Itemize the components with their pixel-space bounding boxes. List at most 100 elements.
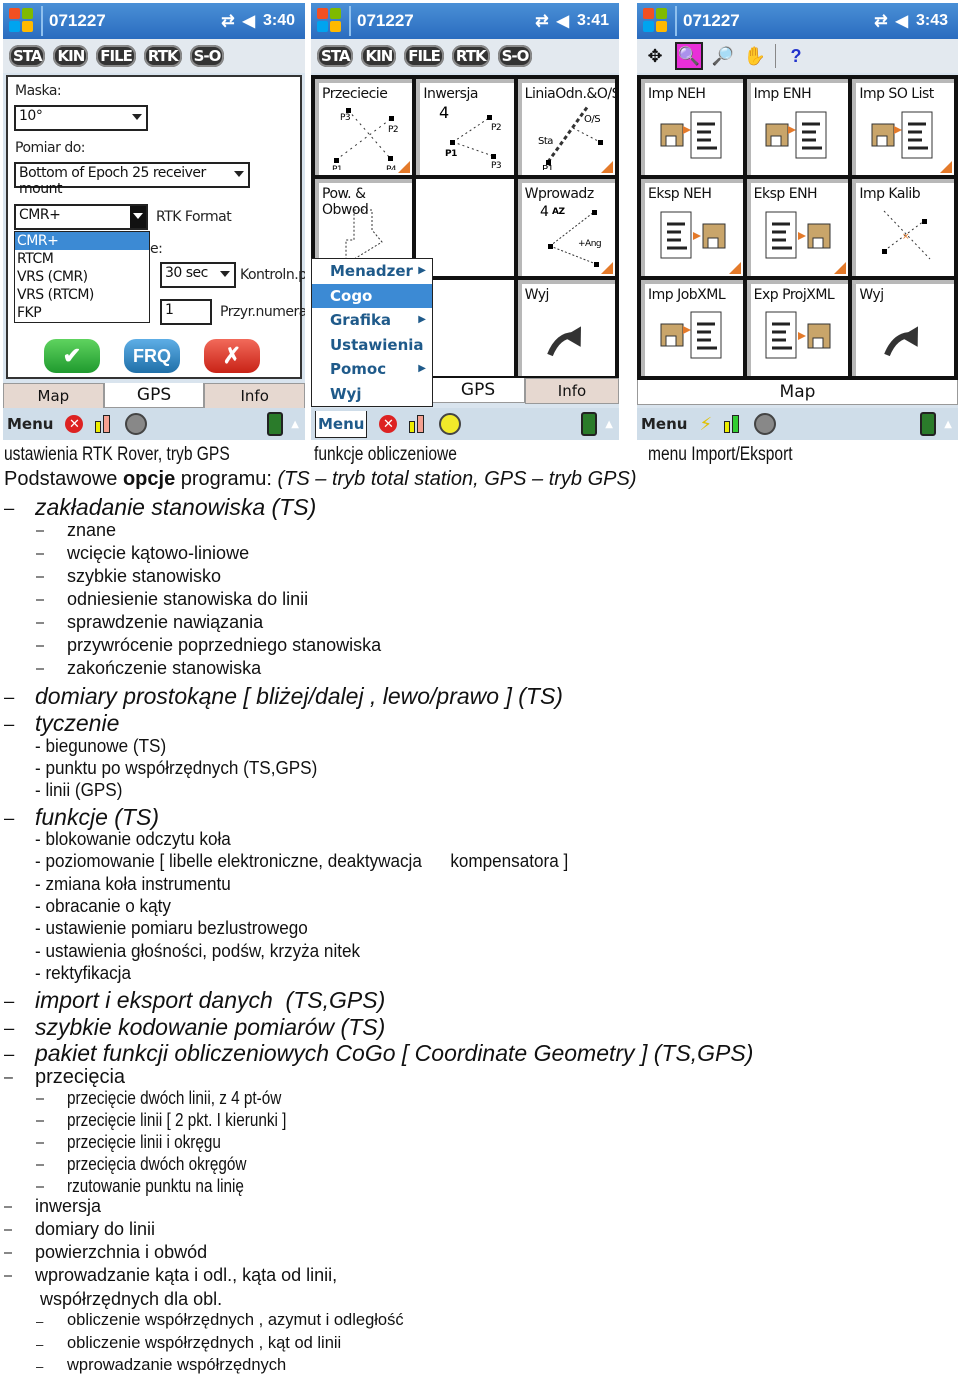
battery-icon[interactable] <box>409 415 427 433</box>
menu-item-grafika[interactable]: Grafika ▶ <box>312 308 432 333</box>
tile-linia-odn[interactable]: LiniaOdn.&O/S Sta O/S P1 <box>517 79 615 176</box>
zoom-out-icon[interactable]: 🔎 <box>711 44 735 68</box>
tile-imp-jobxml[interactable]: Imp JobXML <box>641 279 743 376</box>
rtk-button[interactable]: RTK <box>143 45 182 67</box>
option-rtcm[interactable]: RTCM <box>15 250 149 268</box>
tile-inwersja[interactable]: Inwersja P1 P2 P3 4 <box>416 79 514 176</box>
clock[interactable]: 3:43 <box>916 12 948 30</box>
option-cmr-plus[interactable]: CMR+ <box>15 232 149 250</box>
tile-wyj[interactable]: Wyj <box>852 279 954 376</box>
tile-imp-neh[interactable]: Imp NEH <box>641 79 743 176</box>
tile-eksp-neh[interactable]: Eksp NEH <box>641 179 743 276</box>
device-icon[interactable] <box>267 412 283 436</box>
option-fkp[interactable]: FKP <box>15 304 149 322</box>
windows-start-icon[interactable] <box>317 8 343 34</box>
zoom-in-icon[interactable]: 🔍 <box>675 42 703 70</box>
chevron-up-icon[interactable]: ▲ <box>605 419 613 430</box>
volume-icon[interactable]: ◀︎ <box>243 11 255 31</box>
cancel-button[interactable]: ✗ <box>204 339 260 373</box>
bullet-dash: – <box>36 615 45 631</box>
bullet-dash: – <box>36 638 45 654</box>
chevron-up-icon[interactable]: ▲ <box>944 419 952 430</box>
option-vrs-rtcm[interactable]: VRS (RTCM) <box>15 286 149 304</box>
gps-status-icon[interactable] <box>125 413 148 435</box>
svg-text:4: 4 <box>439 103 449 122</box>
tile-imp-enh[interactable]: Imp ENH <box>746 79 849 176</box>
tab-gps[interactable]: GPS <box>103 383 205 408</box>
clock[interactable]: 3:41 <box>577 12 609 30</box>
help-icon[interactable]: ? <box>784 44 808 68</box>
lightning-icon[interactable]: ⚡ <box>699 414 712 435</box>
battery-icon[interactable] <box>95 415 113 433</box>
tab-map[interactable]: Map <box>637 380 958 405</box>
list-heading: pakiet funkcji obliczeniowych CoGo [ Coo… <box>35 1040 754 1066</box>
file-button[interactable]: FILE <box>404 45 444 67</box>
tile-imp-so-list[interactable]: Imp SO List <box>852 79 954 176</box>
connectivity-icon[interactable]: ⇄ <box>535 11 548 31</box>
bullet-dash: – <box>4 1245 13 1261</box>
option-vrs-cmr[interactable]: VRS (CMR) <box>15 268 149 286</box>
import-export-grid: Imp NEH Imp ENH Imp SO List Eksp NEH Eks… <box>637 75 958 380</box>
accept-button[interactable]: ✔ <box>44 339 100 373</box>
tab-info[interactable]: Info <box>204 383 305 409</box>
connectivity-icon[interactable]: ⇄ <box>221 11 234 31</box>
rtk-button[interactable]: RTK <box>451 45 490 67</box>
increment-input[interactable]: 1 <box>160 299 212 325</box>
kin-button[interactable]: KIN <box>53 45 89 67</box>
sta-button[interactable]: STA <box>9 45 46 67</box>
kin-button[interactable]: KIN <box>361 45 397 67</box>
tab-gps[interactable]: GPS <box>431 378 525 403</box>
clock[interactable]: 3:40 <box>263 12 295 30</box>
windows-start-icon[interactable] <box>9 8 35 34</box>
tab-info[interactable]: Info <box>525 378 619 404</box>
gps-status-icon[interactable] <box>754 413 777 435</box>
gps-status-icon[interactable] <box>439 413 462 435</box>
list-heading: domiary prostokąne [ bliżej/dalej , lewo… <box>35 683 563 709</box>
sta-button[interactable]: STA <box>317 45 354 67</box>
volume-icon[interactable]: ◀︎ <box>557 11 569 31</box>
close-icon[interactable]: ✕ <box>379 415 398 433</box>
menu-item-ustawienia[interactable]: Ustawienia <box>312 333 432 358</box>
measure-to-select[interactable]: Bottom of Epoch 25 receiver mount <box>14 162 250 197</box>
rtk-format-dropdown[interactable]: CMR+ RTCM VRS (CMR) VRS (RTCM) FKP <box>14 231 150 323</box>
tile-eksp-enh[interactable]: Eksp ENH <box>746 179 849 276</box>
device-icon[interactable] <box>581 412 597 436</box>
menu-item-wyj[interactable]: Wyj <box>312 382 432 407</box>
menu-button[interactable]: Menu <box>315 410 368 438</box>
menu-button[interactable]: Menu <box>641 415 687 433</box>
enter-angle-diagram-icon: 4 AZ +Ang <box>540 204 602 268</box>
mask-select[interactable]: 10° <box>14 105 148 131</box>
list-heading: import i eksport danych (TS,GPS) <box>35 987 386 1013</box>
tile-exp-projxml[interactable]: Exp ProjXML <box>746 279 849 376</box>
svg-text:O/S: O/S <box>584 114 600 125</box>
so-button[interactable]: S-O <box>497 45 533 67</box>
file-button[interactable]: FILE <box>96 45 136 67</box>
bullet-dash: – <box>36 1113 45 1129</box>
menu-button[interactable]: Menu <box>7 415 53 433</box>
chevron-up-icon[interactable]: ▲ <box>291 419 299 430</box>
volume-icon[interactable]: ◀︎ <box>896 11 908 31</box>
interval-select[interactable]: 30 sec <box>160 262 236 288</box>
list-item: powierzchnia i obwód <box>35 1242 208 1262</box>
hand-icon[interactable]: ✋ <box>743 44 767 68</box>
bullet-dash: – <box>36 1135 45 1151</box>
battery-icon[interactable] <box>724 415 742 433</box>
menu-item-menadzer[interactable]: Menadzer ▶ <box>312 259 432 284</box>
pan-icon[interactable]: ✥ <box>643 44 667 68</box>
menu-item-pomoc[interactable]: Pomoc ▶ <box>312 357 432 382</box>
tile-imp-kalib[interactable]: Imp Kalib × <box>852 179 954 276</box>
tile-wyj[interactable]: Wyj <box>517 279 615 376</box>
windows-start-icon[interactable] <box>643 8 669 34</box>
menu-item-cogo[interactable]: Cogo <box>312 283 432 308</box>
tile-wprowadz[interactable]: Wprowadz 4 AZ +Ang <box>517 179 615 276</box>
so-button[interactable]: S-O <box>189 45 225 67</box>
frq-button[interactable]: FRQ <box>124 339 180 373</box>
chevron-down-icon <box>133 213 143 219</box>
tile-przeciecie[interactable]: Przeciecie P3 P2 P1 P4 <box>315 79 413 176</box>
device-icon[interactable] <box>920 412 936 436</box>
tab-map[interactable]: Map <box>3 383 104 409</box>
rtk-format-select[interactable]: CMR+ <box>14 204 148 230</box>
close-icon[interactable]: ✕ <box>65 415 84 433</box>
connectivity-icon[interactable]: ⇄ <box>874 11 887 31</box>
list-heading: tyczenie <box>35 710 120 736</box>
